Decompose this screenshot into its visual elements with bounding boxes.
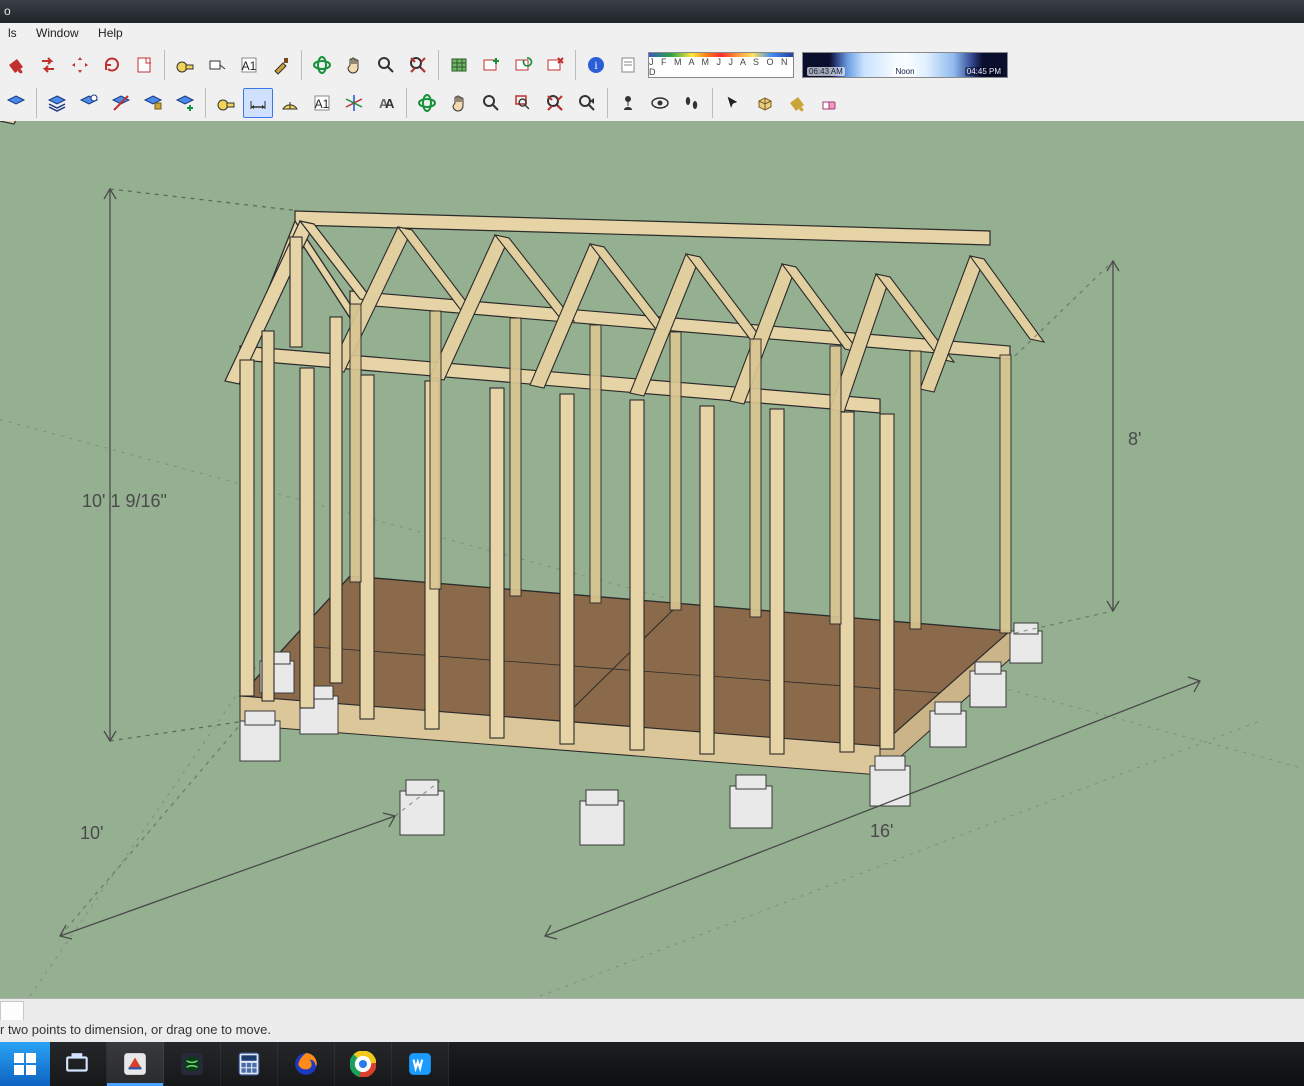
menu-help[interactable]: Help	[90, 23, 131, 43]
map-icon[interactable]	[444, 50, 474, 80]
paint2-icon[interactable]	[782, 88, 812, 118]
axis-icon[interactable]	[339, 88, 369, 118]
layer-icon[interactable]	[1, 88, 31, 118]
toolbar-row-2	[0, 85, 845, 121]
calculator-app[interactable]	[221, 1042, 278, 1086]
scene-delete-icon[interactable]	[540, 50, 570, 80]
toolbar-separator	[438, 50, 439, 80]
page-icon[interactable]	[129, 50, 159, 80]
window-titlebar: o	[0, 0, 1304, 23]
toolbar-separator	[164, 50, 165, 80]
wps-app[interactable]	[392, 1042, 449, 1086]
toolbar-row-1: J F M A M J J A S O N D 06:43 AMNoon04:45…	[0, 47, 1012, 83]
xbox-app[interactable]	[164, 1042, 221, 1086]
layers-all-icon[interactable]	[42, 88, 72, 118]
scene-update-icon[interactable]	[508, 50, 538, 80]
sketchup-app[interactable]	[107, 1042, 164, 1086]
move-icon[interactable]	[65, 50, 95, 80]
dimension-icon[interactable]	[243, 88, 273, 118]
tape2-icon[interactable]	[211, 88, 241, 118]
orbit2-icon[interactable]	[412, 88, 442, 118]
scene-add-icon[interactable]	[476, 50, 506, 80]
menu-tools[interactable]: ls	[0, 23, 25, 43]
info-icon[interactable]	[581, 50, 611, 80]
start-button[interactable]	[0, 1042, 50, 1086]
model-viewport[interactable]: 10' 1 9/16" 10' 16' 8'	[0, 121, 1304, 998]
statusbar: r two points to dimension, or drag one t…	[0, 998, 1304, 1043]
eraser-icon[interactable]	[814, 88, 844, 118]
text-icon[interactable]	[234, 50, 264, 80]
label-icon[interactable]	[202, 50, 232, 80]
dim-height-left[interactable]: 10' 1 9/16"	[82, 491, 167, 512]
dim-width-front[interactable]: 10'	[80, 823, 103, 844]
shadow-time-slider[interactable]: 06:43 AMNoon04:45 PM	[802, 52, 1008, 78]
note-icon[interactable]	[613, 50, 643, 80]
toolbar-separator	[205, 88, 206, 118]
toolbar-separator	[36, 88, 37, 118]
layer-fill-icon[interactable]	[138, 88, 168, 118]
taskview[interactable]	[50, 1042, 107, 1086]
scene-tab-blank[interactable]	[0, 1001, 24, 1020]
toolbar-separator	[712, 88, 713, 118]
status-hint: r two points to dimension, or drag one t…	[0, 1022, 271, 1037]
3dtext-icon[interactable]	[371, 88, 401, 118]
toolbar-separator	[575, 50, 576, 80]
paint-bucket-icon[interactable]	[1, 50, 31, 80]
chrome-app[interactable]	[335, 1042, 392, 1086]
menubar: ls Window Help	[0, 23, 1304, 45]
toolbar-separator	[406, 88, 407, 118]
orbit-icon[interactable]	[307, 50, 337, 80]
look-around-icon[interactable]	[645, 88, 675, 118]
hide-icon[interactable]	[33, 50, 63, 80]
refresh-icon[interactable]	[97, 50, 127, 80]
zoom-window-icon[interactable]	[508, 88, 538, 118]
toolbar-area: J F M A M J J A S O N D 06:43 AMNoon04:45…	[0, 45, 1304, 122]
zoom-icon[interactable]	[371, 50, 401, 80]
walk-icon[interactable]	[677, 88, 707, 118]
toolbar-separator	[301, 50, 302, 80]
windows-taskbar	[0, 1042, 1304, 1086]
component-icon[interactable]	[750, 88, 780, 118]
pan2-icon[interactable]	[444, 88, 474, 118]
zoom-prev-icon[interactable]	[572, 88, 602, 118]
zoom2-icon[interactable]	[476, 88, 506, 118]
protractor-icon[interactable]	[275, 88, 305, 118]
axis-brush-icon[interactable]	[266, 50, 296, 80]
dim-length-right[interactable]: 16'	[870, 821, 893, 842]
viewport-scene	[0, 121, 1304, 998]
layer-add-icon[interactable]	[170, 88, 200, 118]
layer-single-icon[interactable]	[74, 88, 104, 118]
pan-icon[interactable]	[339, 50, 369, 80]
firefox-app[interactable]	[278, 1042, 335, 1086]
menu-window[interactable]: Window	[28, 23, 87, 43]
zoom-extent-icon[interactable]	[403, 50, 433, 80]
shadow-month-slider[interactable]: J F M A M J J A S O N D	[648, 52, 794, 78]
layer-hidden-icon[interactable]	[106, 88, 136, 118]
select-icon[interactable]	[718, 88, 748, 118]
tape-icon[interactable]	[170, 50, 200, 80]
position-camera-icon[interactable]	[613, 88, 643, 118]
dim-wall-right[interactable]: 8'	[1128, 429, 1141, 450]
text2-icon[interactable]	[307, 88, 337, 118]
toolbar-separator	[607, 88, 608, 118]
window-title-fragment: o	[0, 4, 11, 18]
zoom-extents2-icon[interactable]	[540, 88, 570, 118]
